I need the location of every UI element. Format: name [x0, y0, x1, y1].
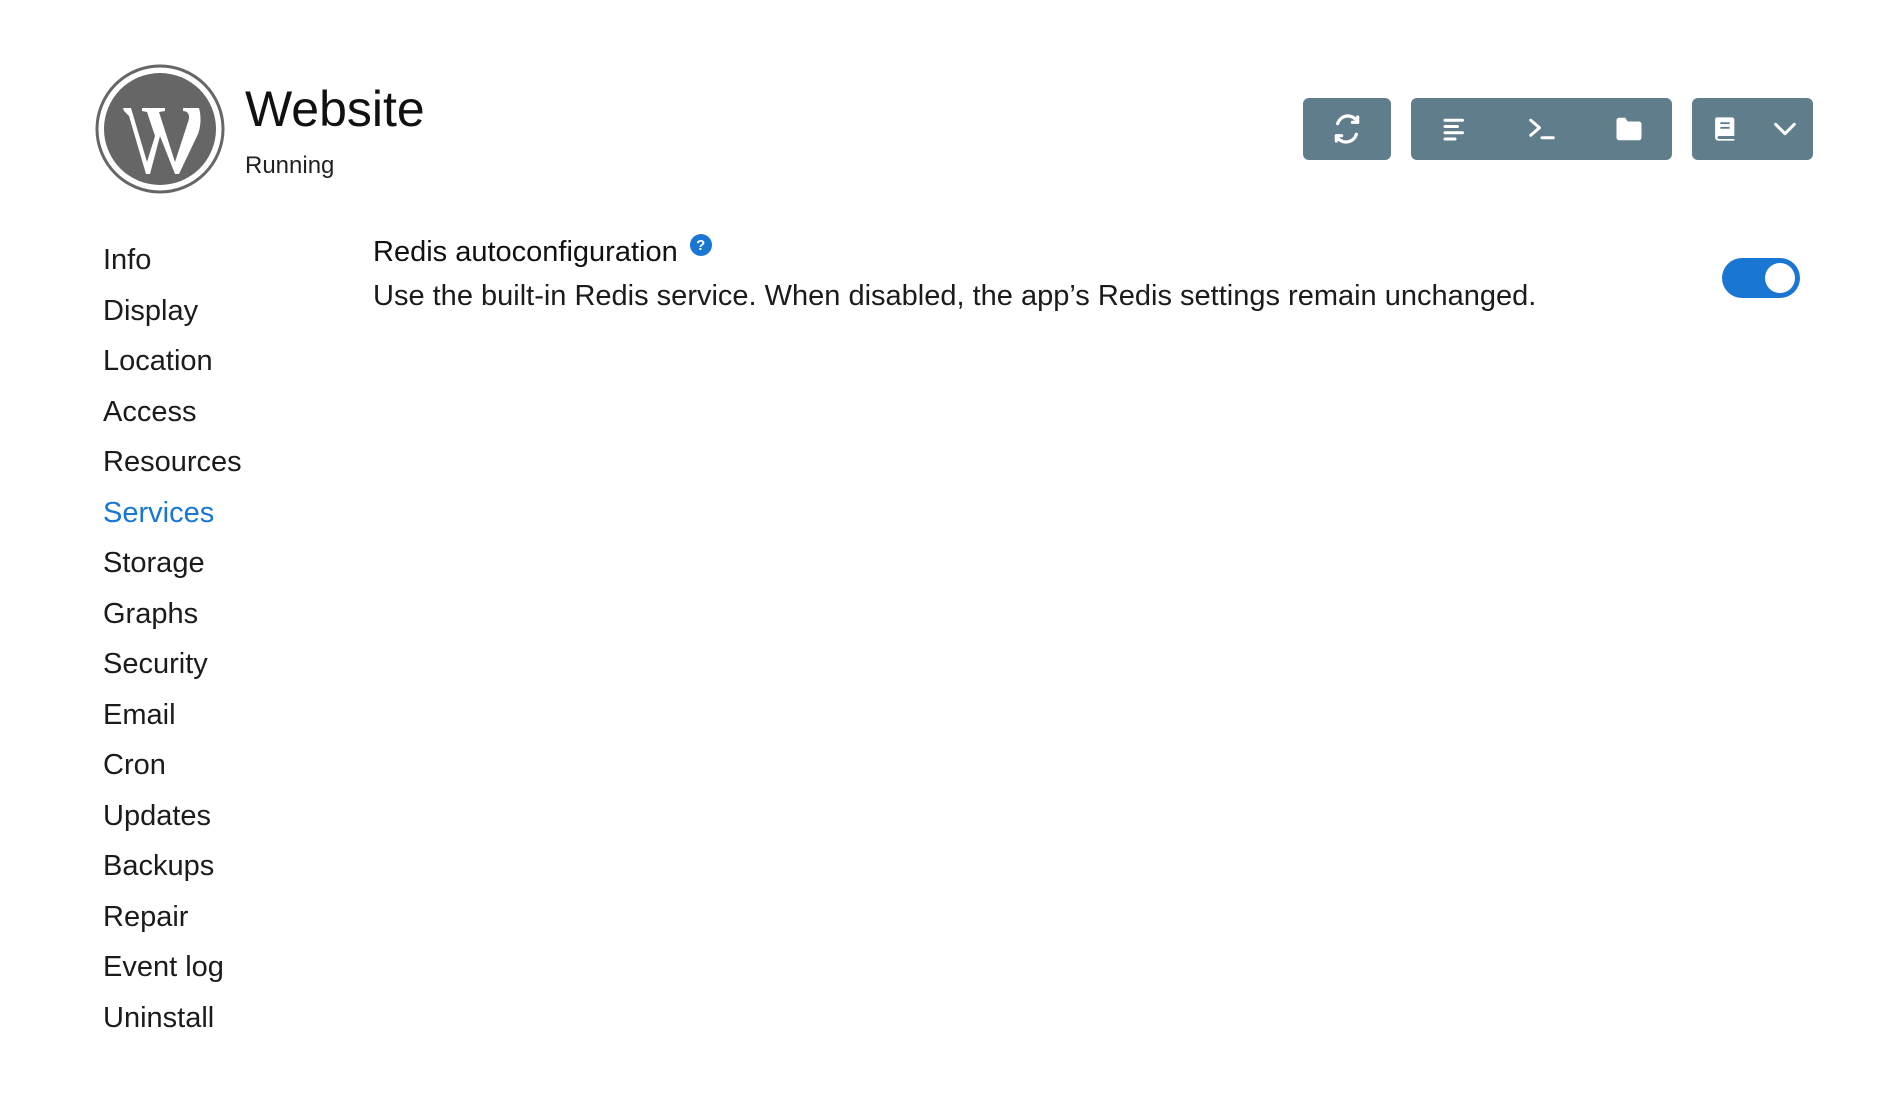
sidebar-item-location[interactable]: Location — [103, 339, 343, 390]
sidebar-item-uninstall[interactable]: Uninstall — [103, 996, 343, 1047]
settings-sidebar: Info Display Location Access Resources S… — [103, 238, 343, 1046]
redis-setting-title: Redis autoconfiguration ? — [373, 234, 1818, 276]
sidebar-item-services[interactable]: Services — [103, 491, 343, 542]
sidebar-item-graphs[interactable]: Graphs — [103, 592, 343, 643]
wordpress-logo-icon — [95, 64, 225, 194]
sidebar-item-display[interactable]: Display — [103, 289, 343, 340]
redis-setting-description: Use the built-in Redis service. When dis… — [373, 280, 1537, 312]
docs-button[interactable] — [1695, 98, 1755, 160]
sidebar-item-storage[interactable]: Storage — [103, 541, 343, 592]
app-toolbar — [1303, 98, 1813, 160]
restart-button-group — [1303, 98, 1391, 160]
sidebar-item-backups[interactable]: Backups — [103, 844, 343, 895]
tools-button-group — [1411, 98, 1672, 160]
restart-icon — [1334, 114, 1360, 144]
restart-button[interactable] — [1303, 98, 1391, 160]
sidebar-item-repair[interactable]: Repair — [103, 895, 343, 946]
book-icon — [1714, 117, 1735, 141]
app-status: Running — [245, 152, 335, 179]
sidebar-item-email[interactable]: Email — [103, 693, 343, 744]
logs-button[interactable] — [1411, 98, 1498, 160]
logs-icon — [1443, 118, 1464, 141]
sidebar-item-updates[interactable]: Updates — [103, 794, 343, 845]
services-panel: Redis autoconfiguration ? Use the built-… — [373, 234, 1818, 313]
files-button[interactable] — [1585, 98, 1672, 160]
sidebar-item-security[interactable]: Security — [103, 642, 343, 693]
sidebar-item-info[interactable]: Info — [103, 238, 343, 289]
sidebar-item-event-log[interactable]: Event log — [103, 945, 343, 996]
app-title: Website — [245, 81, 425, 137]
toggle-knob — [1765, 263, 1795, 293]
folder-icon — [1616, 117, 1641, 141]
redis-autoconfig-toggle[interactable] — [1722, 258, 1800, 298]
chevron-down-icon — [1774, 122, 1797, 136]
redis-setting-title-text: Redis autoconfiguration — [373, 236, 678, 268]
docs-button-group — [1692, 98, 1813, 160]
sidebar-item-access[interactable]: Access — [103, 390, 343, 441]
help-icon[interactable]: ? — [689, 234, 712, 256]
docs-dropdown-toggle[interactable] — [1760, 98, 1810, 160]
terminal-button[interactable] — [1498, 98, 1585, 160]
sidebar-item-resources[interactable]: Resources — [103, 440, 343, 491]
terminal-icon — [1528, 118, 1555, 140]
sidebar-item-cron[interactable]: Cron — [103, 743, 343, 794]
